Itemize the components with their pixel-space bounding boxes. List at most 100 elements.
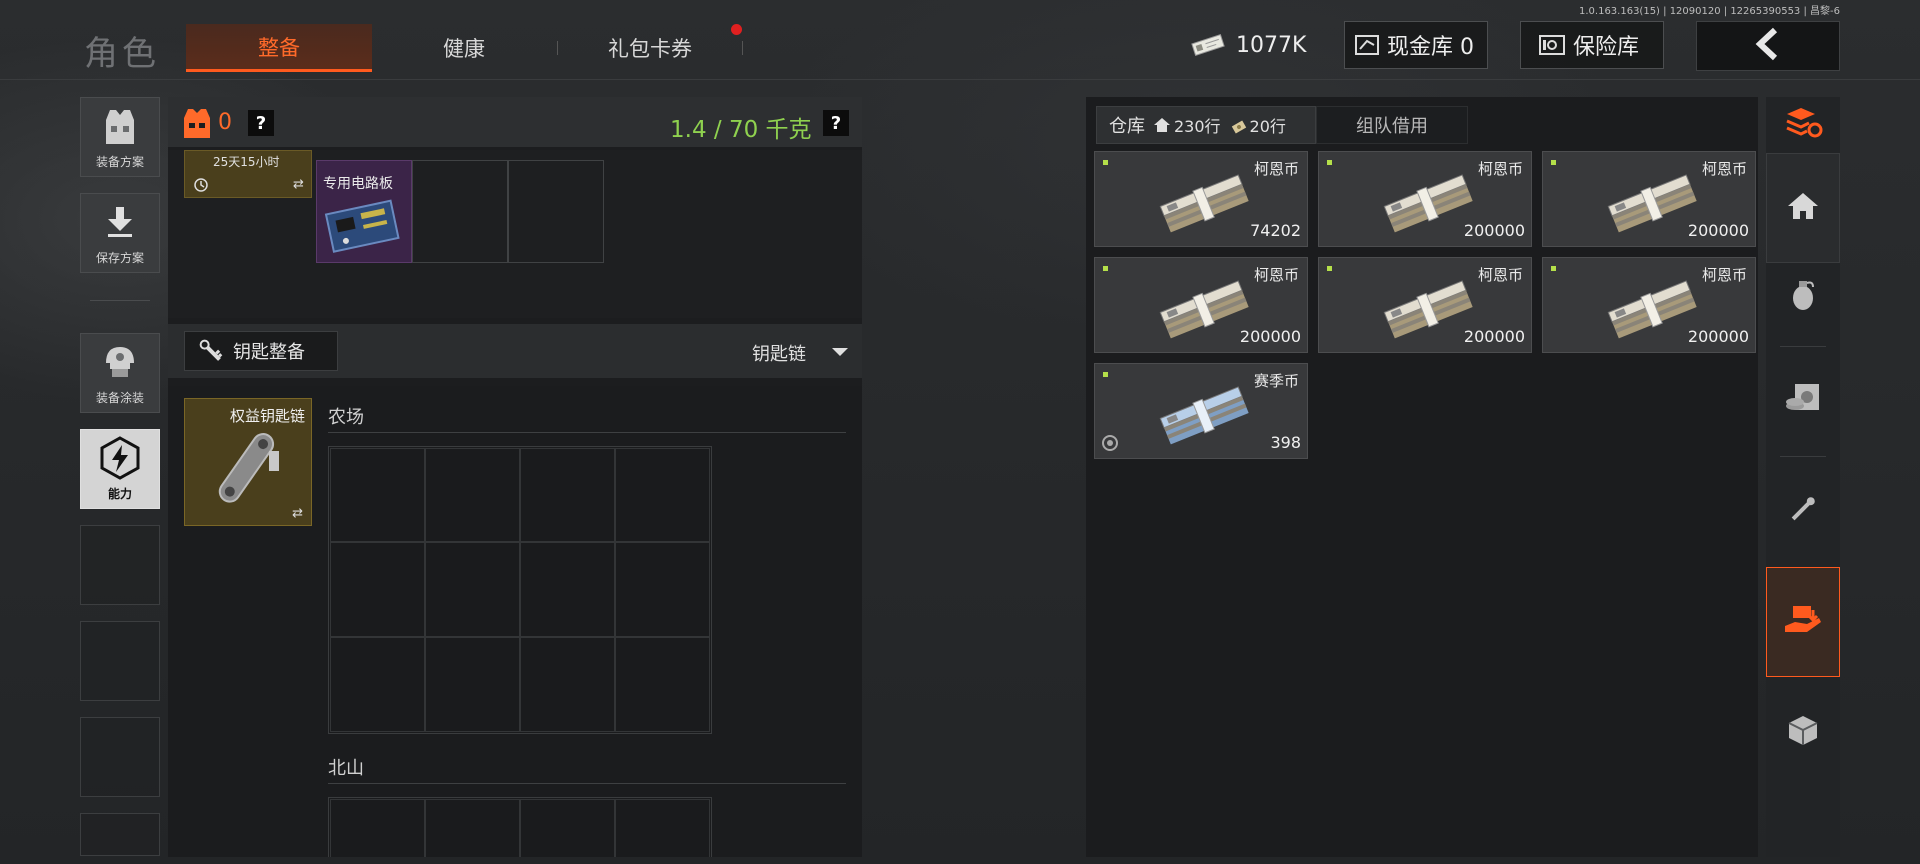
tab-gift-coupons[interactable]: 礼包卡券 [580,24,720,72]
nav-equipment-skin[interactable]: 装备涂装 [80,333,160,413]
ticket-count: 20行 [1249,117,1286,136]
key-grid-cell[interactable] [520,637,615,732]
season-coin-bundle-icon [1153,378,1253,446]
tab-loadout[interactable]: 整备 [186,24,372,72]
nav-label: 能力 [107,487,132,501]
item-amount: 200000 [1239,327,1301,346]
safe-box-icon [1785,382,1821,420]
nav-grenades[interactable] [1766,246,1840,346]
nav-containers[interactable] [1766,677,1840,787]
new-item-marker [1103,160,1108,165]
hand-deposit-icon [1783,602,1823,642]
clock-icon [193,177,209,197]
banknote-bundle-icon [1601,166,1701,234]
empty-slot[interactable] [412,160,508,263]
armor-count: 0 [218,110,232,135]
back-button[interactable] [1696,21,1840,71]
tab-divider [557,41,558,55]
area-title-farm: 农场 [328,407,364,428]
circuit-board-slot[interactable]: 专用电路板 [316,160,412,263]
item-amount: 200000 [1687,327,1749,346]
key-grid-cell[interactable] [330,637,425,732]
timer-text: 25天15小时 [213,155,280,169]
nav-label: 装备涂装 [95,391,144,405]
new-item-marker [1551,266,1556,271]
empty-slot[interactable] [508,160,604,263]
home-small-icon [1153,117,1171,133]
banknote-bundle-icon [1377,166,1477,234]
empty-nav-slot [80,525,160,605]
tab-warehouse[interactable]: 仓库 230行 20行 [1096,106,1316,144]
section-divider [328,432,846,433]
vest-icon [103,98,137,153]
new-item-marker [1551,160,1556,165]
nav-loadout-plan[interactable]: 装备方案 [80,97,160,177]
new-item-marker [1103,266,1108,271]
warehouse-item[interactable]: 柯恩币 74202 [1094,151,1308,247]
key-grid-cell[interactable] [615,448,710,542]
season-badge-icon [1101,434,1119,452]
key-grid-cell[interactable] [520,799,615,857]
warehouse-item[interactable]: 柯恩币 200000 [1318,257,1532,353]
warehouse-item[interactable]: 柯恩币 200000 [1318,151,1532,247]
item-name: 柯恩币 [1253,266,1299,284]
key-grid-cell[interactable] [425,448,520,542]
item-name: 柯恩币 [1701,266,1747,284]
armor-help-icon[interactable]: ? [248,110,274,136]
key-loadout-button[interactable]: 钥匙整备 [184,331,338,371]
nav-keys[interactable] [1766,456,1840,566]
banknote-bundle-icon [1377,272,1477,340]
key-grid-cell[interactable] [615,637,710,732]
key-grid-cell[interactable] [330,542,425,637]
empty-nav-slot [80,813,160,856]
warehouse-tab-label: 仓库 [1109,116,1145,137]
warehouse-item[interactable]: 赛季币 398 [1094,363,1308,459]
nav-valuables[interactable] [1766,346,1840,456]
key-grid-cell[interactable] [425,542,520,637]
safe-button[interactable]: 保险库 [1520,21,1664,69]
key-grid-cell[interactable] [425,799,520,857]
key-grid-cell[interactable] [615,542,710,637]
tab-health[interactable]: 健康 [394,24,534,72]
key-chain-selector[interactable]: 钥匙链 [752,340,806,366]
banknote-icon [1190,34,1226,56]
weight-display: 1.4 / 70 千克 [670,117,812,143]
grenade-icon [1789,277,1817,315]
tab-divider [742,41,743,55]
cash-vault-button[interactable]: 现金库 0 [1344,21,1488,69]
key-chain-slot[interactable]: 权益钥匙链 ⇄ [184,398,312,526]
warehouse-item[interactable]: 柯恩币 200000 [1542,257,1756,353]
weight-help-icon[interactable]: ? [823,110,849,136]
key-chain-icon [199,421,295,517]
swap-icon: ⇄ [293,177,304,192]
nav-label: 保存方案 [95,251,144,265]
warehouse-item[interactable]: 柯恩币 200000 [1094,257,1308,353]
empty-nav-slot [80,717,160,797]
chevron-down-icon[interactable] [830,344,850,363]
item-name: 赛季币 [1253,372,1299,390]
nav-abilities[interactable]: 能力 [80,429,160,509]
nav-deposit[interactable] [1766,567,1840,677]
page-title: 角色 [84,34,160,74]
nav-sort-stack[interactable] [1766,97,1840,153]
item-name: 柯恩币 [1477,160,1523,178]
key-grid-cell[interactable] [615,799,710,857]
tab-team-borrow[interactable]: 组队借用 [1316,106,1468,144]
key-chain-label: 钥匙链 [752,344,806,365]
timed-item-slot[interactable]: 25天15小时 ⇄ [184,150,312,198]
item-name: 柯恩币 [1477,266,1523,284]
nav-save-plan[interactable]: 保存方案 [80,193,160,273]
empty-nav-slot [80,621,160,701]
key-grid-cell[interactable] [520,448,615,542]
key-grid-cell[interactable] [425,637,520,732]
warehouse-item[interactable]: 柯恩币 200000 [1542,151,1756,247]
key-grid-cell[interactable] [330,799,425,857]
new-item-marker [1327,160,1332,165]
section-divider [328,783,846,784]
download-icon [105,194,135,249]
item-amount: 200000 [1687,221,1749,240]
key-grid-cell[interactable] [330,448,425,542]
swap-icon: ⇄ [292,506,303,521]
key-grid-cell[interactable] [520,542,615,637]
currency-display[interactable]: 1077K [1190,21,1310,69]
